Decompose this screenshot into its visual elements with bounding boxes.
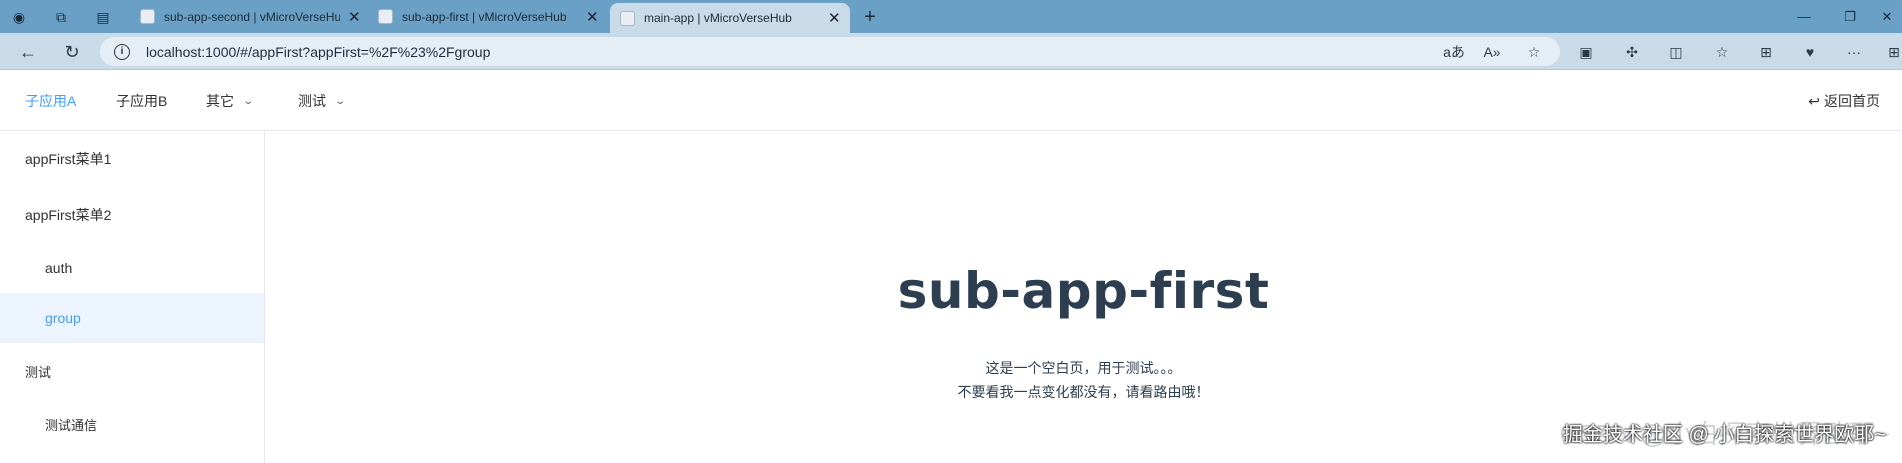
site-info-icon[interactable]: i xyxy=(114,43,130,60)
tab-title: main-app | vMicroVerseHub xyxy=(644,11,792,25)
page-title: sub-app-first xyxy=(897,262,1270,320)
more-options-icon[interactable]: ··· xyxy=(1842,40,1866,64)
back-home-label: 返回首页 xyxy=(1824,93,1880,109)
return-arrow-icon: ↩ xyxy=(1808,92,1820,109)
chevron-down-icon: ⌄ xyxy=(334,95,347,107)
sidebar: appFirst菜单1 appFirst菜单2 auth group 测试 测试… xyxy=(0,131,265,463)
back-home-link[interactable]: ↩ 返回首页 xyxy=(1808,71,1880,131)
restore-icon[interactable]: ❐ xyxy=(1830,0,1870,33)
app-header: 子应用A 子应用B 其它 ⌄ 测试 ⌄ ↩ 返回首页 xyxy=(0,71,1902,131)
chevron-down-icon: ⌄ xyxy=(242,95,255,107)
sidebar-item-label: auth xyxy=(45,260,73,276)
split-screen-icon[interactable]: ◫ xyxy=(1664,40,1688,64)
juejin-watermark: 掘金技术社区 @ 小白探索世界欧耶~ xyxy=(1562,424,1886,446)
profile-avatar-icon[interactable]: ◉ xyxy=(8,6,30,28)
close-tab-icon[interactable]: ✕ xyxy=(586,8,599,26)
page-description-line: 不要看我一点变化都没有，请看路由哦！ xyxy=(957,384,1210,400)
tab-title: sub-app-first | vMicroVerseHub xyxy=(402,9,567,24)
workspaces-icon[interactable]: ⧉ xyxy=(50,6,72,28)
translate-icon[interactable]: aあ xyxy=(1442,40,1466,64)
add-tab-icon[interactable]: ⊞ xyxy=(1882,40,1902,64)
browser-tab[interactable]: sub-app-second | vMicroVerseHub ✕ xyxy=(140,0,361,33)
reading-view-icon[interactable]: ▣ xyxy=(1574,40,1598,64)
site-favicon-icon xyxy=(140,9,155,24)
close-tab-icon[interactable]: ✕ xyxy=(348,8,361,26)
sidebar-item-label: group xyxy=(45,310,81,326)
sidebar-submenu-test[interactable]: 测试 xyxy=(0,343,264,399)
page-description-line: 这是一个空白页，用于测试。。。 xyxy=(985,360,1182,376)
browser-tab-bar: ◉ ⧉ ▤ sub-app-second | vMicroVerseHub ✕ … xyxy=(0,0,1902,33)
menu-item-sub-app-b[interactable]: 子应用B xyxy=(116,71,167,131)
favorite-star-icon[interactable]: ☆ xyxy=(1522,40,1546,64)
extensions-icon[interactable]: ✣ xyxy=(1620,40,1644,64)
site-favicon-icon xyxy=(620,10,635,26)
menu-item-label: 子应用A xyxy=(25,93,77,109)
url-field[interactable]: i localhost:1000/#/appFirst?appFirst=%2F… xyxy=(100,37,1560,66)
sidebar-item-label: 测试通信 xyxy=(45,417,98,433)
sidebar-item-label: appFirst菜单1 xyxy=(25,151,112,167)
browser-essentials-icon[interactable]: ♥ xyxy=(1798,40,1822,64)
collections-icon[interactable]: ⊞ xyxy=(1754,40,1778,64)
tab-title: sub-app-second | vMicroVerseHub xyxy=(164,9,340,24)
sidebar-item-menu-1[interactable]: appFirst菜单1 xyxy=(0,131,264,187)
sidebar-item-label: 测试 xyxy=(25,364,52,380)
read-aloud-icon[interactable]: A» xyxy=(1480,40,1504,64)
sidebar-item-group[interactable]: group xyxy=(0,293,264,343)
back-arrow-icon[interactable]: ← xyxy=(16,40,40,64)
sidebar-item-test-communication[interactable]: 测试通信 xyxy=(0,399,264,449)
sidebar-item-auth[interactable]: auth xyxy=(0,243,264,293)
minimize-icon[interactable]: — xyxy=(1784,0,1824,33)
url-text: localhost:1000/#/appFirst?appFirst=%2F%2… xyxy=(146,43,491,60)
close-tab-icon[interactable]: ✕ xyxy=(828,9,841,27)
reload-icon[interactable]: ↻ xyxy=(60,40,84,64)
browser-tab-active[interactable]: main-app | vMicroVerseHub ✕ xyxy=(610,3,850,33)
vertical-tabs-icon[interactable]: ▤ xyxy=(92,6,114,28)
sidebar-item-label: appFirst菜单2 xyxy=(25,207,112,223)
browser-address-bar: ← ↻ i localhost:1000/#/appFirst?appFirst… xyxy=(0,33,1902,70)
sidebar-submenu-menu-2[interactable]: appFirst菜单2 xyxy=(0,187,264,243)
menu-item-test[interactable]: 测试 ⌄ xyxy=(298,71,347,131)
favorites-icon[interactable]: ☆ xyxy=(1710,40,1734,64)
close-window-icon[interactable]: ✕ xyxy=(1872,0,1902,33)
new-tab-icon[interactable]: + xyxy=(859,6,881,28)
menu-item-label: 其它 xyxy=(206,93,234,109)
menu-item-label: 子应用B xyxy=(116,93,168,109)
menu-item-sub-app-a[interactable]: 子应用A xyxy=(25,71,76,131)
menu-item-other[interactable]: 其它 ⌄ xyxy=(206,71,255,131)
menu-item-label: 测试 xyxy=(298,93,326,109)
browser-tab[interactable]: sub-app-first | vMicroVerseHub ✕ xyxy=(378,0,599,33)
site-favicon-icon xyxy=(378,9,393,24)
